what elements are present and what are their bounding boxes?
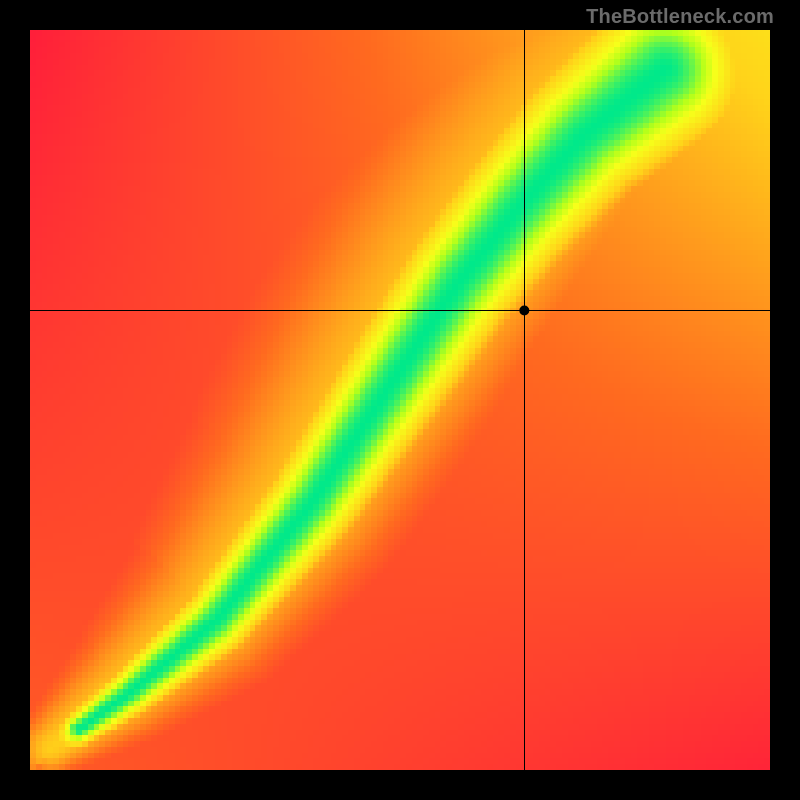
chart-container: TheBottleneck.com — [0, 0, 800, 800]
plot-area — [30, 30, 770, 770]
heatmap-canvas — [30, 30, 770, 770]
watermark-text: TheBottleneck.com — [586, 6, 774, 29]
